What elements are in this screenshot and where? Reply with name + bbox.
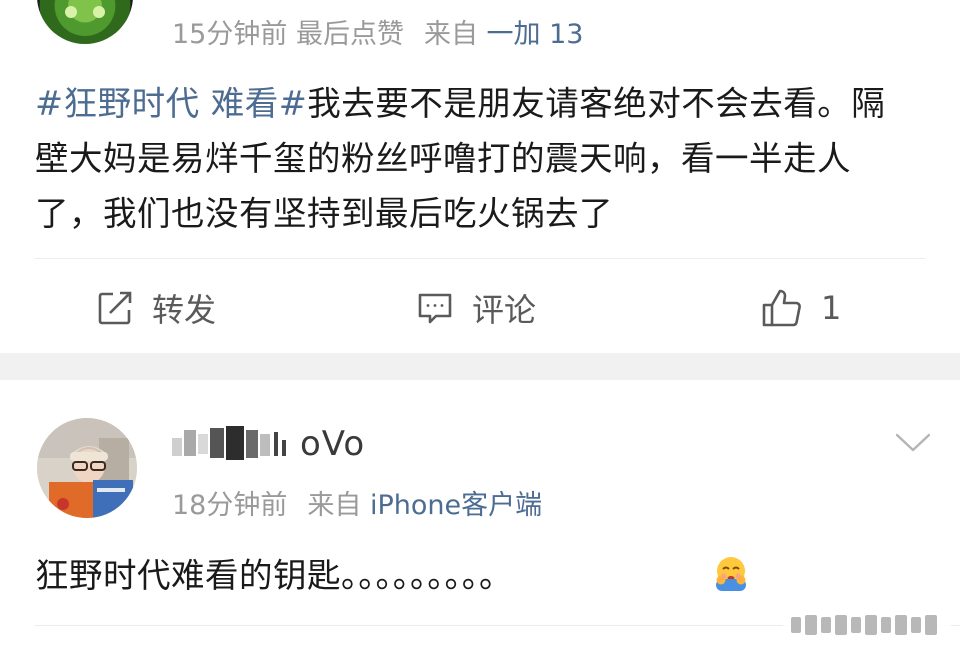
thumbs-up-icon	[761, 287, 803, 329]
avatar[interactable]	[37, 0, 133, 44]
hashtag-link[interactable]: #狂野时代 难看#	[35, 84, 307, 123]
like-count: 1	[821, 289, 842, 327]
comment-source-link[interactable]: iPhone客户端	[370, 490, 542, 521]
comment-meta: 18分钟前 来自 iPhone客户端	[172, 483, 542, 522]
last-like-label: 最后点赞	[295, 19, 404, 50]
post-body: #狂野时代 难看#我去要不是朋友请客绝对不会去看。隔壁大妈是易烊千玺的粉丝呼噜打…	[35, 76, 915, 241]
comment-username[interactable]: oVo	[300, 424, 365, 464]
from-label: 来自	[307, 490, 362, 521]
repost-button[interactable]: 转发	[96, 280, 216, 336]
like-button[interactable]: 1	[761, 280, 841, 336]
divider	[35, 258, 925, 259]
hug-emoji-icon	[712, 554, 750, 592]
comment-icon	[416, 289, 454, 327]
comment-button[interactable]: 评论	[416, 280, 536, 336]
post-source-link[interactable]: 一加 13	[487, 19, 584, 50]
action-bar: 转发 评论 1	[0, 280, 960, 336]
post-time: 15分钟前	[172, 19, 288, 50]
from-label: 来自	[423, 19, 478, 50]
post-meta: 15分钟前 最后点赞 来自 一加 13	[172, 12, 584, 51]
weibo-post: 15分钟前 最后点赞 来自 一加 13 #狂野时代 难看#我去要不是朋友请客绝对不…	[0, 0, 960, 353]
avatar[interactable]	[37, 418, 137, 518]
chevron-down-icon[interactable]	[893, 430, 933, 458]
repost-icon	[96, 289, 134, 327]
comment-time: 18分钟前	[172, 490, 288, 521]
username-redaction	[170, 424, 300, 464]
watermark-logo	[783, 609, 951, 641]
comment-body: 狂野时代难看的钥匙。。。。。。。。。	[35, 556, 513, 595]
comment-label: 评论	[472, 291, 537, 329]
section-separator	[0, 353, 960, 380]
repost-label: 转发	[152, 291, 217, 329]
